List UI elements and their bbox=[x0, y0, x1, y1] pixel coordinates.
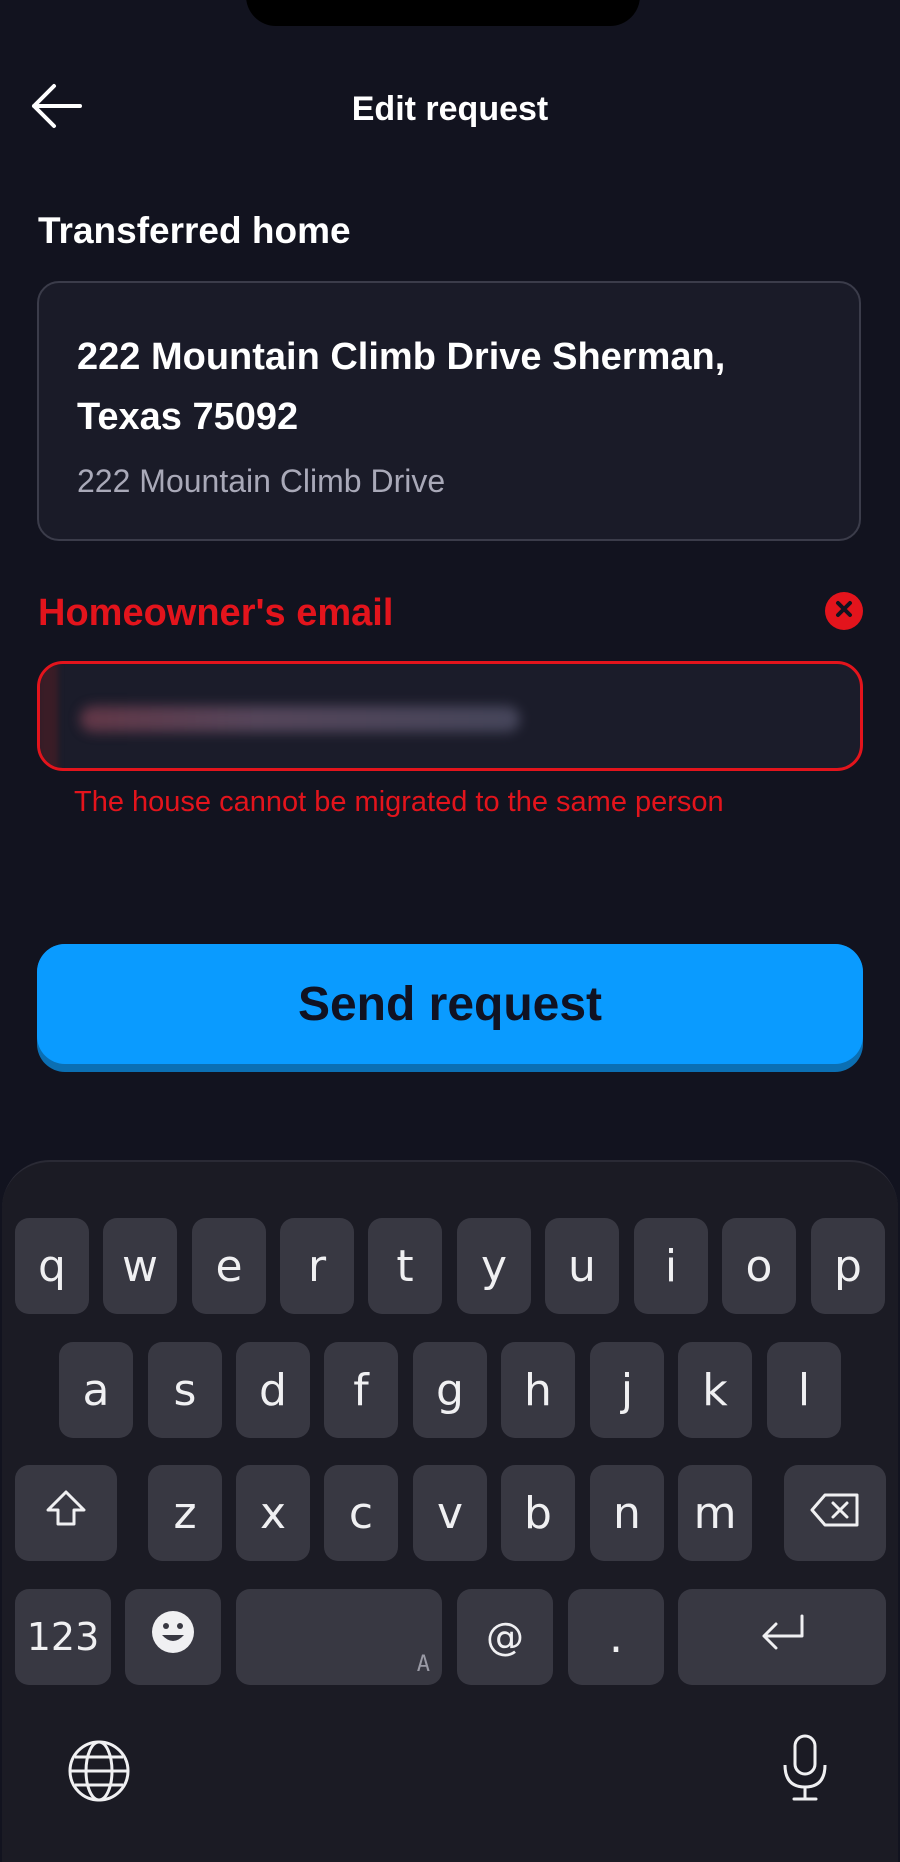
globe-icon bbox=[67, 1739, 131, 1808]
on-screen-keyboard: q w e r t y u i o p a s d f g h j k l z … bbox=[2, 1160, 898, 1862]
dot-key[interactable]: . bbox=[568, 1589, 664, 1685]
microphone-button[interactable] bbox=[770, 1732, 840, 1808]
home-address-street: 222 Mountain Climb Drive bbox=[77, 463, 446, 499]
key-p[interactable]: p bbox=[811, 1218, 885, 1314]
send-request-button[interactable]: Send request bbox=[37, 944, 863, 1072]
numbers-key[interactable]: 123 bbox=[15, 1589, 111, 1685]
home-address-full: 222 Mountain Climb Drive Sherman, Texas … bbox=[77, 336, 726, 438]
key-g[interactable]: g bbox=[413, 1342, 487, 1438]
email-error-message: The house cannot be migrated to the same… bbox=[74, 786, 724, 818]
key-a[interactable]: a bbox=[59, 1342, 133, 1438]
key-m[interactable]: m bbox=[678, 1465, 752, 1561]
send-request-label: Send request bbox=[37, 944, 863, 1064]
key-z[interactable]: z bbox=[148, 1465, 222, 1561]
camera-notch bbox=[246, 0, 640, 26]
key-e[interactable]: e bbox=[192, 1218, 266, 1314]
emoji-icon bbox=[150, 1609, 196, 1666]
space-key[interactable]: A bbox=[236, 1589, 442, 1685]
transferred-home-label: Transferred home bbox=[38, 210, 351, 251]
globe-button[interactable] bbox=[64, 1738, 134, 1808]
key-x[interactable]: x bbox=[236, 1465, 310, 1561]
key-u[interactable]: u bbox=[545, 1218, 619, 1314]
key-s[interactable]: s bbox=[148, 1342, 222, 1438]
space-language-hint: A bbox=[416, 1652, 430, 1677]
key-t[interactable]: t bbox=[368, 1218, 442, 1314]
return-key[interactable] bbox=[678, 1589, 886, 1685]
backspace-key[interactable] bbox=[784, 1465, 886, 1561]
key-f[interactable]: f bbox=[324, 1342, 398, 1438]
key-j[interactable]: j bbox=[590, 1342, 664, 1438]
close-circle-icon bbox=[834, 599, 854, 624]
key-i[interactable]: i bbox=[634, 1218, 708, 1314]
emoji-key[interactable] bbox=[125, 1589, 221, 1685]
field-edge-shadow bbox=[40, 664, 58, 768]
transferred-home-card: 222 Mountain Climb Drive Sherman, Texas … bbox=[37, 281, 861, 541]
shift-key[interactable] bbox=[15, 1465, 117, 1561]
key-v[interactable]: v bbox=[413, 1465, 487, 1561]
key-k[interactable]: k bbox=[678, 1342, 752, 1438]
key-n[interactable]: n bbox=[590, 1465, 664, 1561]
key-c[interactable]: c bbox=[324, 1465, 398, 1561]
key-o[interactable]: o bbox=[722, 1218, 796, 1314]
shift-icon bbox=[44, 1488, 88, 1539]
key-q[interactable]: q bbox=[15, 1218, 89, 1314]
return-icon bbox=[756, 1612, 808, 1663]
at-key[interactable]: @ bbox=[457, 1589, 553, 1685]
key-d[interactable]: d bbox=[236, 1342, 310, 1438]
microphone-icon bbox=[780, 1733, 830, 1808]
homeowner-email-label: Homeowner's email bbox=[38, 592, 394, 634]
key-w[interactable]: w bbox=[103, 1218, 177, 1314]
top-bar: Edit request bbox=[0, 72, 900, 142]
page-title: Edit request bbox=[351, 90, 549, 128]
key-h[interactable]: h bbox=[501, 1342, 575, 1438]
homeowner-email-input[interactable] bbox=[37, 661, 863, 771]
key-r[interactable]: r bbox=[280, 1218, 354, 1314]
blurred-email-value bbox=[80, 706, 520, 732]
clear-email-button[interactable] bbox=[825, 592, 863, 630]
key-b[interactable]: b bbox=[501, 1465, 575, 1561]
backspace-icon bbox=[809, 1488, 861, 1539]
key-l[interactable]: l bbox=[767, 1342, 841, 1438]
key-y[interactable]: y bbox=[457, 1218, 531, 1314]
